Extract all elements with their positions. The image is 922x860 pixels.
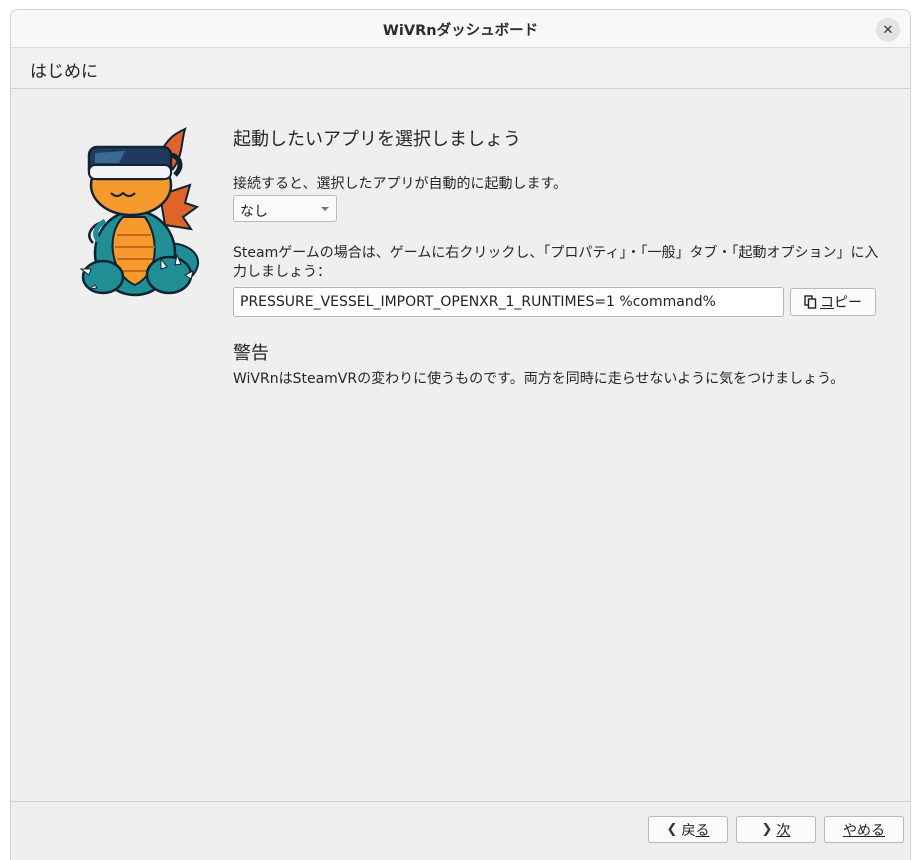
close-button[interactable]: ✕ xyxy=(876,18,900,42)
copy-button[interactable]: コピー xyxy=(790,288,876,316)
back-button[interactable]: ❮ 戻る xyxy=(648,816,728,843)
page-title: はじめに xyxy=(30,62,98,82)
cancel-button[interactable]: やめる xyxy=(824,816,904,843)
app-select-value: なし xyxy=(240,204,268,220)
wizard-footer: ❮ 戻る ❯ 次 やめる xyxy=(11,801,910,860)
close-icon: ✕ xyxy=(882,22,894,38)
cancel-button-label: やめる xyxy=(843,822,885,839)
dropdown-arrow-icon xyxy=(321,207,329,211)
warning-text: WiVRnはSteamVRの変わりに使うものです。両方を同時に走らせないように気… xyxy=(233,371,845,387)
next-button-label: 次 xyxy=(776,822,791,839)
warning-title: 警告 xyxy=(233,343,269,364)
chevron-right-icon: ❯ xyxy=(761,822,773,837)
wivrn-mascot-image xyxy=(79,127,200,297)
copy-button-label: コピー xyxy=(820,295,862,311)
main-content: 起動したいアプリを選択しましょう 接続すると、選択したアプリが自動的に起動します… xyxy=(11,89,910,801)
app-select-dropdown[interactable]: なし xyxy=(233,195,337,222)
dashboard-window: WiVRnダッシュボード ✕ はじめに 起動したいアプリを選択しましょう 接続す… xyxy=(10,9,911,860)
page-header: はじめに xyxy=(11,48,910,89)
chevron-left-icon: ❮ xyxy=(666,822,678,837)
steam-instructions: Steamゲームの場合は、ゲームに右クリックし、「プロパティ」・「一般」タブ・「… xyxy=(233,245,879,280)
auto-launch-description: 接続すると、選択したアプリが自動的に起動します。 xyxy=(233,176,568,192)
next-button[interactable]: ❯ 次 xyxy=(736,816,816,843)
copy-icon xyxy=(804,295,817,309)
section-heading: 起動したいアプリを選択しましょう xyxy=(233,129,521,150)
window-title: WiVRnダッシュボード xyxy=(382,23,539,39)
title-bar: WiVRnダッシュボード ✕ xyxy=(11,10,910,48)
back-button-label: 戻る xyxy=(681,822,710,839)
launch-command-field[interactable] xyxy=(233,287,784,317)
